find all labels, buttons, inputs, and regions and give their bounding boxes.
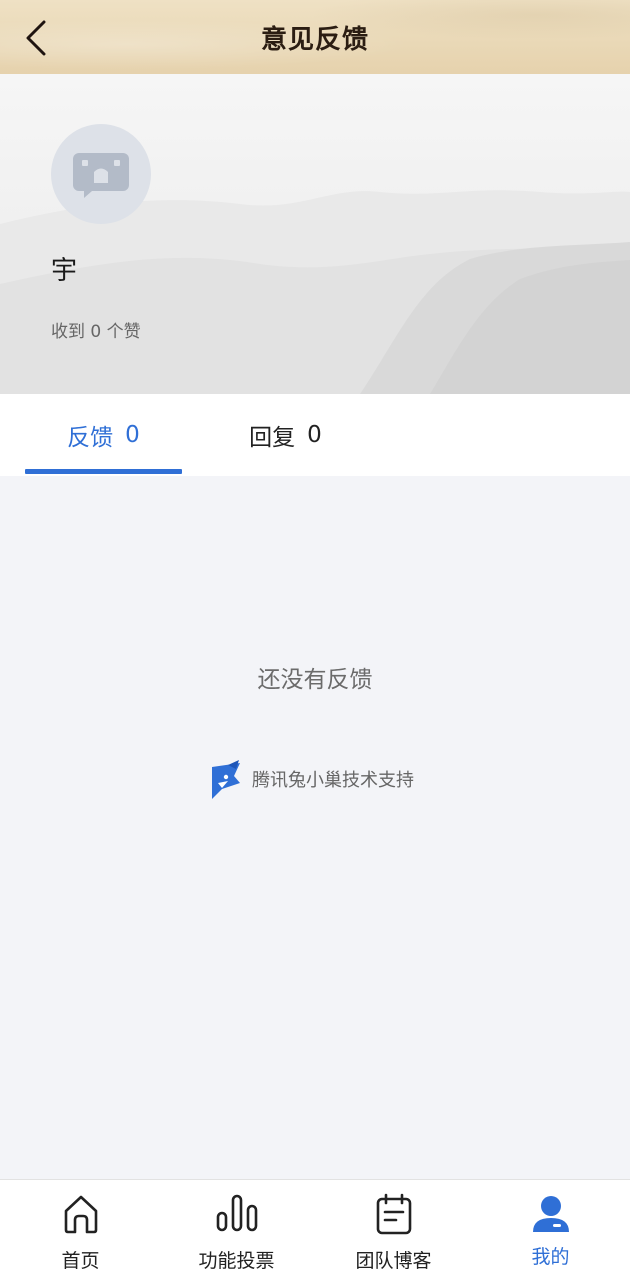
bar-chart-icon bbox=[216, 1194, 257, 1232]
tab-bar: 反馈 0 回复 0 bbox=[0, 394, 630, 476]
avatar[interactable] bbox=[51, 124, 151, 224]
home-icon bbox=[64, 1195, 97, 1234]
nav-item-feature-vote[interactable]: 功能投票 bbox=[158, 1180, 315, 1280]
mountain-background-image bbox=[0, 190, 630, 394]
active-tab-indicator bbox=[25, 469, 182, 474]
nav-item-home[interactable]: 首页 bbox=[2, 1180, 159, 1280]
tab-reply[interactable]: 回复 0 bbox=[207, 394, 364, 476]
bottom-navigation: 首页 功能投票 团队博客 我的 bbox=[0, 1179, 630, 1280]
chevron-left-icon bbox=[26, 20, 46, 56]
back-button[interactable] bbox=[18, 18, 54, 58]
powered-by-link[interactable]: 腾讯兔小巢技术支持 bbox=[210, 758, 414, 800]
page-title: 意见反馈 bbox=[260, 24, 369, 55]
powered-by-text: 腾讯兔小巢技术支持 bbox=[252, 770, 414, 791]
nav-label-team-blog: 团队博客 bbox=[355, 1250, 432, 1272]
tab-reply-count: 0 bbox=[307, 422, 322, 448]
nav-label-feature-vote: 功能投票 bbox=[198, 1250, 275, 1272]
nav-label-mine: 我的 bbox=[531, 1246, 570, 1268]
username: 宇 bbox=[51, 256, 78, 286]
nav-item-mine[interactable]: 我的 bbox=[472, 1180, 629, 1280]
empty-state-message: 还没有反馈 bbox=[257, 667, 373, 693]
nav-label-home: 首页 bbox=[61, 1250, 100, 1272]
tab-feedback-label: 反馈 bbox=[67, 425, 114, 451]
likes-count: 收到 0 个赞 bbox=[51, 322, 141, 342]
nav-item-team-blog[interactable]: 团队博客 bbox=[315, 1180, 472, 1280]
tab-feedback-count: 0 bbox=[125, 422, 140, 448]
tencent-txc-logo-icon bbox=[212, 760, 240, 799]
tab-feedback[interactable]: 反馈 0 bbox=[25, 394, 182, 476]
profile-header: 宇 收到 0 个赞 bbox=[0, 74, 630, 394]
top-bar: 意见反馈 bbox=[0, 0, 630, 74]
default-avatar-icon bbox=[73, 153, 129, 198]
notepad-icon bbox=[376, 1193, 411, 1235]
feedback-page: 意见反馈 宇 收到 0 个赞 反馈 0 回复 0 还没有反馈 腾讯兔小巢技术支持… bbox=[0, 0, 630, 1280]
user-icon bbox=[532, 1196, 569, 1232]
tab-reply-label: 回复 bbox=[249, 425, 296, 451]
